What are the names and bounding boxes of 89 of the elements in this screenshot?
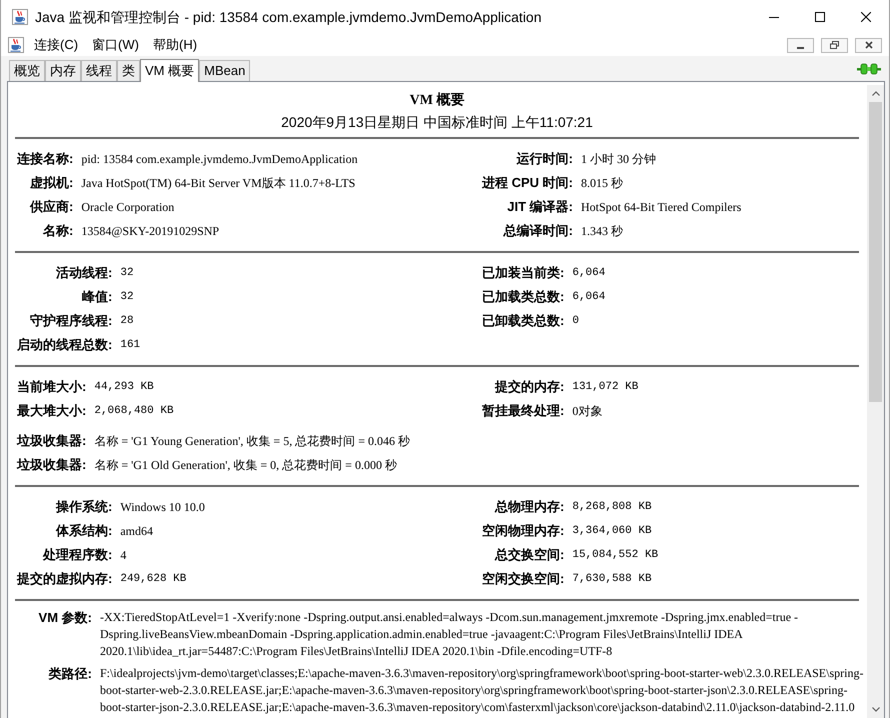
close-icon xyxy=(861,12,871,22)
field-label: 已加载类总数: xyxy=(482,288,564,306)
minimize-icon xyxy=(797,46,804,48)
field-label: 总物理内存: xyxy=(495,498,564,516)
scrollbar-thumb[interactable] xyxy=(869,102,882,402)
field-value: 32 xyxy=(120,266,134,281)
field-value: 名称 = 'G1 Young Generation', 收集 = 5, 总花费时间 = 0.046 秒 xyxy=(94,433,410,450)
tab[interactable]: 类 xyxy=(117,60,140,81)
field-label: 当前堆大小: xyxy=(17,378,86,396)
field-label: 进程 CPU 时间: xyxy=(482,174,573,192)
menu-item[interactable]: 帮助(H) xyxy=(146,35,204,55)
field-value: 28 xyxy=(120,314,134,329)
field-label: 连接名称: xyxy=(17,150,74,168)
field-value: 249,628 KB xyxy=(120,572,186,587)
field-label: 类路径: xyxy=(47,665,92,683)
field-value: Windows 10 10.0 xyxy=(120,499,205,516)
tab[interactable]: 线程 xyxy=(81,60,117,81)
field-value: 161 xyxy=(120,338,140,353)
field-label: 活动线程: xyxy=(56,264,112,282)
field-value: pid: 13584 com.example.jvmdemo.JvmDemoApplication xyxy=(81,151,358,168)
field-value: 15,084,552 KB xyxy=(572,548,658,563)
field-label: 最大堆大小: xyxy=(17,402,86,420)
field-value: 131,072 KB xyxy=(572,380,638,395)
frame-minimize-button[interactable] xyxy=(787,38,814,52)
timestamp: 2020年9月13日星期日 中国标准时间 上午11:07:21 xyxy=(281,113,593,131)
field-label: 峰值: xyxy=(82,288,112,306)
close-icon xyxy=(864,41,872,49)
field-value: amd64 xyxy=(120,523,154,540)
field-label: 总编译时间: xyxy=(504,222,573,240)
field-value: 6,064 xyxy=(572,266,606,281)
restore-icon xyxy=(830,41,839,49)
tab[interactable]: MBean xyxy=(199,60,250,81)
tab[interactable]: 内存 xyxy=(45,60,81,81)
window-title: Java 监视和管理控制台 - pid: 13584 com.example.jvmdemo.JvmDemoApplication xyxy=(35,8,542,27)
field-label: 供应商: xyxy=(30,198,74,216)
tab[interactable]: 概览 xyxy=(9,60,45,81)
field-label: 暂挂最终处理: xyxy=(482,402,564,420)
maximize-icon xyxy=(815,12,825,22)
field-value: 44,293 KB xyxy=(94,380,154,395)
field-label: 已卸载类总数: xyxy=(482,312,564,330)
summary-title: VM 概要 xyxy=(410,92,464,110)
field-label: 提交的内存: xyxy=(495,378,564,396)
field-label: 处理程序数: xyxy=(43,546,112,564)
field-label: 虚拟机: xyxy=(30,174,74,192)
chevron-down-icon xyxy=(872,707,880,712)
field-value: 2,068,480 KB xyxy=(94,404,174,419)
field-label: 名称: xyxy=(43,222,74,240)
field-label: JIT 编译器: xyxy=(507,198,573,216)
field-label: 总交换空间: xyxy=(495,546,564,564)
field-value: 6,064 xyxy=(572,290,606,305)
tab[interactable]: VM 概要 xyxy=(140,59,200,82)
field-value: 13584@SKY-20191029SNP xyxy=(81,223,220,240)
coffee-cup-icon xyxy=(12,9,28,25)
field-value: Oracle Corporation xyxy=(81,199,174,216)
coffee-cup-icon xyxy=(8,37,24,53)
field-value: 8.015 秒 xyxy=(581,175,623,192)
field-value: 7,630,588 KB xyxy=(572,572,652,587)
field-label: 空闲交换空间: xyxy=(482,570,564,588)
menu-item[interactable]: 连接(C) xyxy=(27,35,86,55)
frame-restore-button[interactable] xyxy=(821,38,848,52)
field-label: 守护程序线程: xyxy=(30,312,112,330)
field-value: 3,364,060 KB xyxy=(572,524,652,539)
field-value: -XX:TieredStopAtLevel=1 -Xverify:none -Dspring.output.ansi.enabled=always -Dcom.sun.management.jmxremote -Dspring.jmx.enabled=true -Dspring.liveBeansView.mbeanDomain -Dspring.application.admin.enabled=true -javaagent:C:\Program Files\JetBrains\IntelliJ IDEA 2020.1\lib\idea_rt.jar=54487:C:\Program Files\JetBrains\IntelliJ IDEA 2020.1\bin -Dfile.encoding=UTF-8 xyxy=(100,609,800,660)
field-label: 已加装当前类: xyxy=(482,264,564,282)
field-label: 运行时间: xyxy=(516,150,573,168)
field-value: 4 xyxy=(120,547,126,564)
field-value: 32 xyxy=(120,290,134,305)
field-label: VM 参数: xyxy=(38,609,92,627)
field-label: 体系结构: xyxy=(56,522,112,540)
field-value: 1 小时 30 分钟 xyxy=(581,151,656,168)
frame-close-button[interactable] xyxy=(855,38,882,52)
plug-icon xyxy=(857,62,881,76)
field-label: 垃圾收集器: xyxy=(17,456,86,474)
field-value: 1.343 秒 xyxy=(581,223,623,240)
field-value: HotSpot 64-Bit Tiered Compilers xyxy=(581,199,742,216)
chevron-up-icon xyxy=(872,91,880,96)
menu-item[interactable]: 窗口(W) xyxy=(85,35,146,55)
field-label: 提交的虚拟内存: xyxy=(17,570,112,588)
field-value: Java HotSpot(TM) 64-Bit Server VM版本 11.0.7+8-LTS xyxy=(81,175,356,192)
field-value: 0对象 xyxy=(572,403,602,420)
field-label: 操作系统: xyxy=(56,498,112,516)
minimize-icon xyxy=(769,16,779,18)
field-label: 启动的线程总数: xyxy=(17,336,112,354)
field-label: 空闲物理内存: xyxy=(482,522,564,540)
field-value: 0 xyxy=(572,314,579,329)
field-value: 8,268,808 KB xyxy=(572,500,652,515)
field-value: F:\idealprojects\jvm-demo\target\classes;E:\apache-maven-3.6.3\maven-repository\org\springframework\boot\spring-boot-starter-web\2.3.0.RELEASE\spring-boot-starter-web-2.3.0.RELEASE.jar;E:\apache-maven-3.6.3\maven-repository\org\springframework\boot\spring-boot-starter-json\2.3.0.RELEASE\spring-boot-starter-json-2.3.0.RELEASE.jar;E:\apache-maven-3.6.3\maven-repository\com\fasterxml\jackson\core\jackson-databind\2.11.0\jackson-databind-2.11.0 xyxy=(100,665,864,716)
field-label: 垃圾收集器: xyxy=(17,432,86,450)
field-value: 名称 = 'G1 Old Generation', 收集 = 0, 总花费时间 = 0.000 秒 xyxy=(94,457,397,474)
